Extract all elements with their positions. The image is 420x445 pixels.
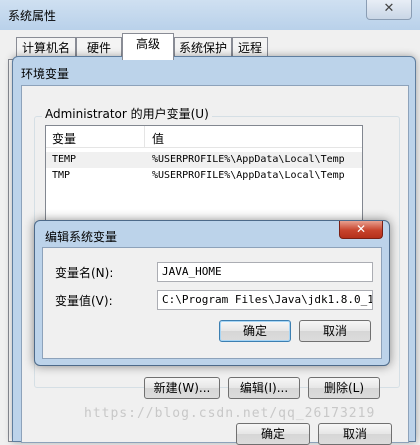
watermark: https://blog.csdn.net/qq_26173219 — [84, 406, 376, 421]
system-properties-close-button[interactable]: ✕ — [366, 0, 412, 20]
variable-name: TEMP — [52, 154, 77, 165]
tab-label: 远程 — [237, 41, 262, 55]
system-properties-title: 系统属性 — [8, 9, 57, 23]
variable-name: TMP — [52, 170, 71, 181]
delete-variable-button[interactable]: 删除(L) — [308, 377, 380, 399]
edit-dialog-close-button[interactable]: ✕ — [339, 221, 383, 239]
column-divider[interactable] — [144, 126, 145, 148]
table-row[interactable]: TMP %USERPROFILE%\AppData\Local\Temp — [46, 168, 362, 184]
table-row[interactable]: TEMP %USERPROFILE%\AppData\Local\Temp — [46, 152, 362, 168]
variable-value-label: 变量值(V): — [55, 294, 113, 308]
new-variable-button[interactable]: 新建(W)... — [144, 377, 220, 399]
tab-label: 高级 — [135, 37, 160, 51]
system-properties-titlebar: 系统属性 ✕ — [0, 0, 420, 30]
edit-ok-button[interactable]: 确定 — [219, 320, 291, 342]
tab-label: 系统保护 — [178, 41, 227, 55]
edit-cancel-button[interactable]: 取消 — [299, 320, 371, 342]
tab-label: 计算机名 — [21, 41, 70, 55]
column-header-value[interactable]: 值 — [152, 130, 164, 147]
edit-dialog-body: 变量名(N): JAVA_HOME 变量值(V): C:\Program Fil… — [42, 247, 382, 359]
column-header-variable[interactable]: 变量 — [52, 130, 76, 147]
tab-advanced[interactable]: 高级 — [122, 33, 174, 60]
variable-name-label: 变量名(N): — [55, 266, 114, 280]
variable-value: %USERPROFILE%\AppData\Local\Temp — [152, 170, 345, 181]
tab-label: 硬件 — [86, 41, 111, 55]
variable-value: %USERPROFILE%\AppData\Local\Temp — [152, 154, 345, 165]
edit-system-variable-dialog: 编辑系统变量 ✕ 变量名(N): JAVA_HOME 变量值(V): C:\Pr… — [34, 220, 390, 366]
user-variables-group-label: Administrator 的用户变量(U) — [42, 105, 212, 122]
list-header: 变量 值 — [46, 126, 362, 148]
environment-variables-title: 环境变量 — [21, 67, 70, 81]
close-icon: ✕ — [383, 1, 395, 16]
edit-variable-button[interactable]: 编辑(I)... — [228, 377, 300, 399]
variable-name-field[interactable]: JAVA_HOME — [157, 262, 373, 282]
edit-dialog-title: 编辑系统变量 — [45, 230, 118, 244]
variable-value-field[interactable]: C:\Program Files\Java\jdk1.8.0_131 — [157, 290, 373, 310]
close-icon: ✕ — [355, 222, 367, 236]
